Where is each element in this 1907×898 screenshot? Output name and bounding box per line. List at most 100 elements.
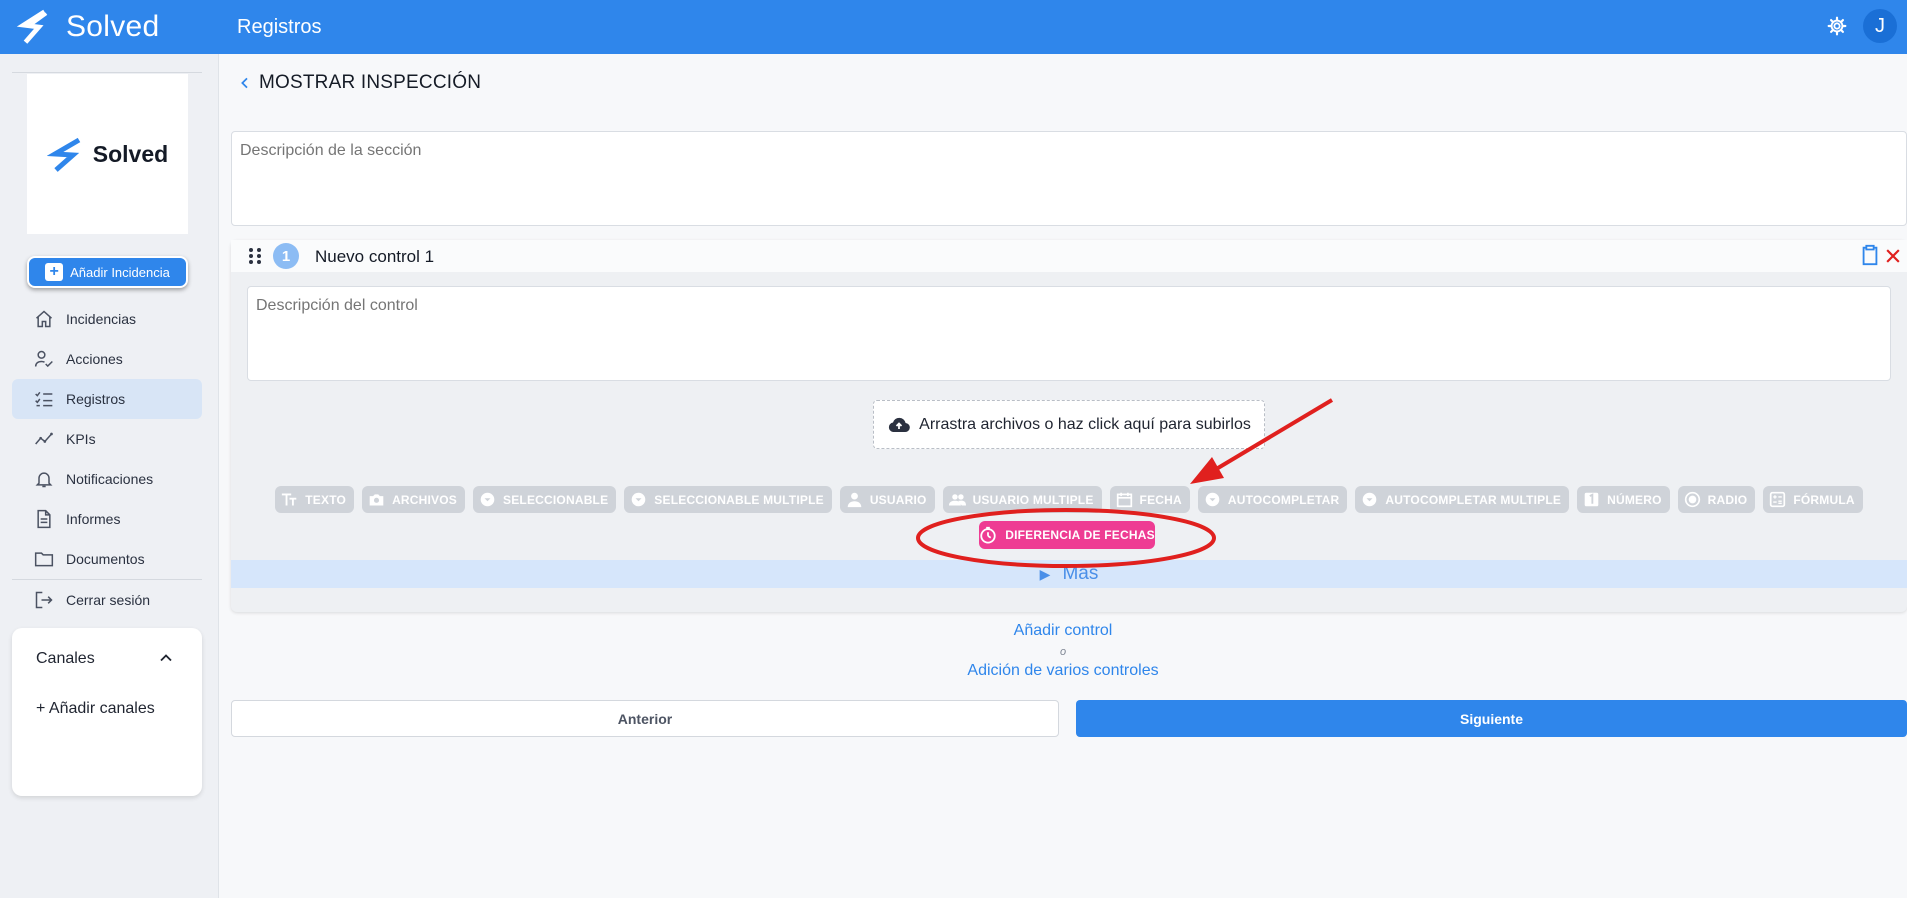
- chevron-left-icon[interactable]: [237, 75, 253, 91]
- sidebar-nav: Incidencias Acciones Registros KPIs Noti…: [12, 299, 202, 620]
- type-label: AUTOCOMPLETAR MULTIPLE: [1385, 492, 1562, 507]
- sidebar-item-acciones[interactable]: Acciones: [12, 339, 202, 379]
- type-label: FECHA: [1139, 492, 1182, 507]
- type-fecha-button[interactable]: FECHA: [1109, 486, 1190, 513]
- or-separator: o: [1059, 646, 1067, 658]
- type-label: TEXTO: [305, 492, 347, 507]
- type-texto-button[interactable]: TEXTO: [275, 486, 355, 513]
- add-multiple-controls-link[interactable]: Adición de varios controles: [219, 662, 1907, 680]
- chevron-up-icon[interactable]: [156, 648, 176, 668]
- sidebar-item-registros[interactable]: Registros: [12, 379, 202, 419]
- canales-title: Canales: [36, 650, 95, 667]
- type-label: FÓRMULA: [1793, 492, 1855, 507]
- add-canales-link[interactable]: + Añadir canales: [36, 700, 155, 718]
- type-autocompletar-multiple-button[interactable]: AUTOCOMPLETAR MULTIPLE: [1355, 486, 1570, 513]
- text-format-icon: [282, 493, 297, 506]
- control-card: 1 Nuevo control 1 Arrastra archivos o ha…: [231, 240, 1907, 612]
- type-archivos-button[interactable]: ARCHIVOS: [362, 486, 466, 513]
- type-label: ARCHIVOS: [392, 492, 458, 507]
- type-formula-button[interactable]: FÓRMULA: [1763, 486, 1863, 513]
- previous-button[interactable]: Anterior: [231, 700, 1059, 737]
- type-seleccionable-multiple-button[interactable]: SELECCIONABLE MULTIPLE: [624, 486, 832, 513]
- control-description-input[interactable]: [247, 286, 1891, 381]
- main-content: MOSTRAR INSPECCIÓN 1 Nuevo control 1 Arr…: [219, 54, 1907, 898]
- type-numero-button[interactable]: NÚMERO: [1577, 486, 1670, 513]
- divider: [12, 72, 202, 73]
- sidebar: Solved + Añadir Incidencia Incidencias A…: [0, 54, 219, 898]
- file-upload-dropzone[interactable]: Arrastra archivos o haz click aquí para …: [873, 400, 1265, 449]
- breadcrumb[interactable]: MOSTRAR INSPECCIÓN: [237, 72, 481, 94]
- drag-handle-icon[interactable]: [245, 246, 265, 266]
- top-app-bar: Solved Registros J: [0, 0, 1907, 54]
- close-icon[interactable]: [1883, 246, 1903, 266]
- section-description-input[interactable]: [231, 131, 1907, 226]
- type-label: SELECCIONABLE: [503, 492, 609, 507]
- type-label: USUARIO MULTIPLE: [972, 492, 1094, 507]
- sidebar-item-label: Acciones: [66, 351, 123, 367]
- avatar[interactable]: J: [1863, 9, 1897, 43]
- control-number-badge: 1: [273, 243, 299, 269]
- control-header: 1 Nuevo control 1: [231, 240, 1907, 272]
- radio-icon: [1684, 491, 1700, 508]
- dropdown-icon: [1205, 492, 1220, 507]
- sidebar-item-label: Registros: [66, 391, 126, 407]
- type-usuario-button[interactable]: USUARIO: [839, 486, 935, 513]
- sidebar-item-label: Notificaciones: [66, 471, 154, 487]
- type-seleccionable-button[interactable]: SELECCIONABLE: [473, 486, 617, 513]
- dropdown-icon: [631, 492, 646, 507]
- brand[interactable]: Solved: [0, 0, 219, 54]
- company-logo-word: Solved: [92, 140, 169, 167]
- company-logo-card: Solved: [27, 74, 188, 234]
- dropdown-icon: [480, 492, 495, 507]
- trend-icon: [35, 432, 53, 445]
- sidebar-item-incidencias[interactable]: Incidencias: [12, 299, 202, 339]
- number-one-icon: [1584, 492, 1599, 507]
- sidebar-item-documentos[interactable]: Documentos: [12, 539, 202, 579]
- page-title: MOSTRAR INSPECCIÓN: [259, 72, 482, 93]
- sidebar-item-label: Documentos: [66, 551, 145, 567]
- camera-icon: [369, 494, 384, 506]
- logout-icon: [35, 591, 53, 609]
- upload-text: Arrastra archivos o haz click aquí para …: [919, 415, 1251, 433]
- solved-logo-icon: [46, 137, 81, 172]
- sidebar-item-label: Cerrar sesión: [66, 592, 151, 608]
- type-usuario-multiple-button[interactable]: USUARIO MULTIPLE: [942, 486, 1102, 513]
- more-toggle[interactable]: ▶ Más: [231, 560, 1907, 588]
- control-type-list: TEXTO ARCHIVOS SELECCIONABLE SELECCIONAB…: [231, 486, 1907, 513]
- type-label: SELECCIONABLE MULTIPLE: [654, 492, 824, 507]
- add-incidencia-button[interactable]: + Añadir Incidencia: [27, 256, 188, 288]
- calendar-icon: [1116, 492, 1132, 508]
- more-label: Más: [1062, 563, 1099, 584]
- gear-icon[interactable]: [1827, 16, 1847, 36]
- solved-logo-icon: [16, 9, 48, 44]
- type-label: RADIO: [1707, 492, 1748, 507]
- dropdown-icon: [1363, 492, 1377, 507]
- type-radio-button[interactable]: RADIO: [1677, 486, 1756, 513]
- group-icon: [948, 494, 966, 506]
- type-autocompletar-button[interactable]: AUTOCOMPLETAR: [1197, 486, 1348, 513]
- sidebar-item-notificaciones[interactable]: Notificaciones: [12, 459, 202, 499]
- canales-panel: Canales + Añadir canales: [12, 628, 202, 796]
- type-label: AUTOCOMPLETAR: [1227, 492, 1340, 507]
- next-button[interactable]: Siguiente: [1076, 700, 1907, 737]
- sidebar-item-label: Incidencias: [66, 311, 137, 327]
- play-icon: ▶: [1039, 565, 1051, 582]
- folder-icon: [34, 552, 54, 567]
- sidebar-item-informes[interactable]: Informes: [12, 499, 202, 539]
- bell-icon: [35, 472, 53, 488]
- cloud-upload-icon: [889, 417, 910, 432]
- control-title[interactable]: Nuevo control 1: [315, 247, 434, 267]
- sidebar-item-cerrar-sesion[interactable]: Cerrar sesión: [12, 580, 202, 620]
- user-check-icon: [34, 350, 53, 368]
- sidebar-item-kpis[interactable]: KPIs: [12, 419, 202, 459]
- type-label: DIFERENCIA DE FECHAS: [1005, 528, 1155, 542]
- timer-icon: [980, 526, 996, 544]
- sidebar-item-label: Informes: [66, 511, 121, 527]
- clipboard-icon[interactable]: [1859, 244, 1881, 266]
- document-icon: [37, 509, 51, 529]
- calculator-icon: [1770, 491, 1786, 508]
- plus-icon: +: [45, 263, 64, 281]
- sidebar-item-label: KPIs: [66, 431, 96, 447]
- add-control-link[interactable]: Añadir control: [219, 622, 1907, 640]
- type-diferencia-de-fechas-button[interactable]: DIFERENCIA DE FECHAS: [979, 521, 1155, 549]
